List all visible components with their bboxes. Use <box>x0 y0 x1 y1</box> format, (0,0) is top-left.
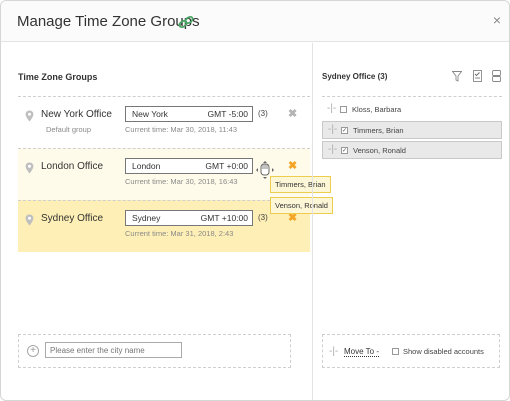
drag-handle-icon[interactable]: -|- <box>327 104 336 114</box>
show-disabled-label: Show disabled accounts <box>403 347 484 356</box>
time-zone-offset: GMT +0:00 <box>205 161 248 171</box>
member-name: Kloss, Barbara <box>352 105 402 114</box>
location-pin-icon <box>25 162 34 174</box>
member-row[interactable]: -|- Kloss, Barbara <box>322 101 502 119</box>
time-zone-city: Sydney <box>132 213 161 223</box>
member-row[interactable]: -|- ✓ Timmers, Brian <box>322 121 502 139</box>
member-row[interactable]: -|- ✓ Venson, Ronald <box>322 141 502 159</box>
section-title: Time Zone Groups <box>18 72 98 82</box>
close-icon[interactable]: × <box>493 12 501 28</box>
add-city-box: + <box>18 334 291 368</box>
time-zone-offset: GMT -5:00 <box>207 109 248 119</box>
filter-icon[interactable] <box>451 69 463 87</box>
drag-handle-icon: -|- <box>329 346 339 357</box>
group-subtitle: Default group <box>46 125 92 134</box>
drag-handle-icon[interactable]: -|- <box>328 125 337 135</box>
group-list: New York Office Default group New York G… <box>18 96 310 252</box>
member-name: Venson, Ronald <box>353 146 406 155</box>
members-footer: -|- Move To - Show disabled accounts <box>322 334 500 368</box>
time-zone-select[interactable]: London GMT +0:00 <box>125 158 253 174</box>
move-to-dropdown[interactable]: Move To - <box>344 347 379 357</box>
time-zone-city: New York <box>132 109 168 119</box>
time-zone-city: London <box>132 161 161 171</box>
selected-group-title: Sydney Office (3) <box>322 72 388 81</box>
group-row-new-york[interactable]: New York Office Default group New York G… <box>18 96 310 148</box>
delete-group-icon[interactable]: ✖ <box>288 159 297 172</box>
member-name: Timmers, Brian <box>353 126 404 135</box>
group-row-london[interactable]: London Office London GMT +0:00 Current t… <box>18 148 310 200</box>
member-list: -|- Kloss, Barbara -|- ✓ Timmers, Brian … <box>322 96 502 159</box>
column-layout-icon[interactable] <box>492 69 501 87</box>
member-checkbox[interactable] <box>340 106 347 113</box>
drag-handle-icon[interactable]: -|- <box>328 145 337 155</box>
manage-time-zone-groups-dialog: Manage Time Zone Groups × Time Zone Grou… <box>0 0 510 401</box>
check-list-icon[interactable] <box>472 69 482 87</box>
member-checkbox[interactable]: ✓ <box>341 127 348 134</box>
time-zone-offset: GMT +10:00 <box>200 213 248 223</box>
group-row-sydney[interactable]: Sydney Office Sydney GMT +10:00 (3) Curr… <box>18 200 310 252</box>
group-members-panel: Sydney Office (3) -|- Kloss, Barbara -|-… <box>312 43 509 400</box>
time-zone-select[interactable]: New York GMT -5:00 <box>125 106 253 122</box>
group-name: London Office <box>41 161 104 172</box>
dialog-title: Manage Time Zone Groups <box>17 13 200 30</box>
group-name: New York Office <box>41 109 112 120</box>
current-time: Current time: Mar 30, 2018, 16:43 <box>125 177 238 186</box>
dialog-header: Manage Time Zone Groups × <box>1 1 509 42</box>
current-time: Current time: Mar 30, 2018, 11:43 <box>125 125 238 134</box>
show-disabled-checkbox[interactable] <box>392 348 399 355</box>
add-circle-icon[interactable]: + <box>27 345 39 357</box>
group-name: Sydney Office <box>41 213 104 224</box>
member-count: (3) <box>258 213 268 222</box>
member-toolbar <box>446 69 501 83</box>
current-time: Current time: Mar 31, 2018, 2:43 <box>125 229 234 238</box>
link-icon[interactable] <box>178 15 194 29</box>
time-zone-select[interactable]: Sydney GMT +10:00 <box>125 210 253 226</box>
time-zone-groups-panel: Time Zone Groups New York Office Default… <box>1 43 311 400</box>
location-pin-icon <box>25 110 34 122</box>
location-pin-icon <box>25 214 34 226</box>
city-name-input[interactable] <box>45 342 182 358</box>
member-checkbox[interactable]: ✓ <box>341 147 348 154</box>
member-count: (3) <box>258 109 268 118</box>
delete-group-icon[interactable]: ✖ <box>288 107 297 120</box>
